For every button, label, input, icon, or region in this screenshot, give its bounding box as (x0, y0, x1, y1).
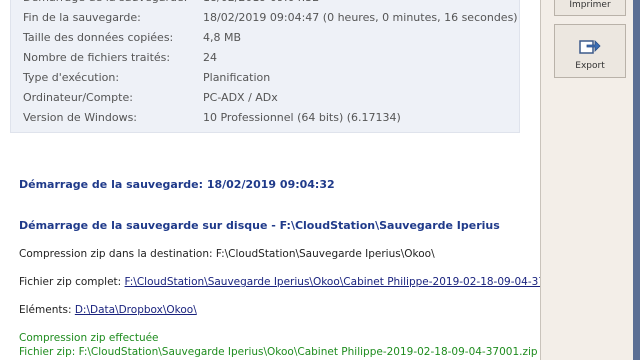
summary-table: Démarrage de la sauvegarde: 18/02/2019 0… (10, 0, 520, 133)
log-backup-start: Démarrage de la sauvegarde: 18/02/2019 0… (19, 178, 335, 191)
summary-label: Fin de la sauvegarde: (23, 11, 141, 24)
summary-label: Taille des données copiées: (23, 31, 174, 44)
log-elements-label: Eléments: (19, 304, 75, 316)
summary-label: Version de Windows: (23, 111, 138, 124)
log-zip-done: Compression zip effectuée (19, 332, 159, 344)
export-button[interactable]: Export (554, 24, 626, 78)
zip-file-link[interactable]: F:\CloudStation\Sauvegarde Iperius\Okoo\… (125, 276, 540, 288)
print-button[interactable]: Imprimer (554, 0, 626, 16)
log-disk-start: Démarrage de la sauvegarde sur disque - … (19, 219, 500, 232)
summary-label: Nombre de fichiers traités: (23, 51, 171, 64)
report-pane: Démarrage de la sauvegarde: 18/02/2019 0… (0, 0, 540, 360)
summary-value: 24 (203, 51, 217, 64)
summary-label: Ordinateur/Compte: (23, 91, 133, 104)
pane-divider (540, 0, 541, 360)
summary-value: 10 Professionnel (64 bits) (6.17134) (203, 111, 401, 124)
log-zip-full: Fichier zip complet: F:\CloudStation\Sau… (19, 276, 540, 288)
window-edge (633, 0, 640, 360)
log-zip-file: Fichier zip: F:\CloudStation\Sauvegarde … (19, 346, 538, 358)
summary-label: Type d'exécution: (23, 71, 120, 84)
summary-value: Planification (203, 71, 271, 84)
summary-value: 18/02/2019 09:04:32 (203, 0, 319, 8)
summary-label: Démarrage de la sauvegarde: (23, 0, 187, 8)
export-button-label: Export (575, 61, 605, 71)
summary-value: 18/02/2019 09:04:47 (0 heures, 0 minutes… (203, 11, 518, 24)
elements-folder-link[interactable]: D:\Data\Dropbox\Okoo\ (75, 304, 197, 316)
log-elements: Eléments: D:\Data\Dropbox\Okoo\ (19, 304, 197, 316)
export-icon (579, 35, 601, 55)
log-zip-full-label: Fichier zip complet: (19, 276, 125, 288)
log-zip-destination: Compression zip dans la destination: F:\… (19, 248, 435, 260)
summary-value: 4,8 MB (203, 31, 242, 44)
print-button-label: Imprimer (569, 0, 611, 10)
summary-value: PC-ADX / ADx (203, 91, 278, 104)
